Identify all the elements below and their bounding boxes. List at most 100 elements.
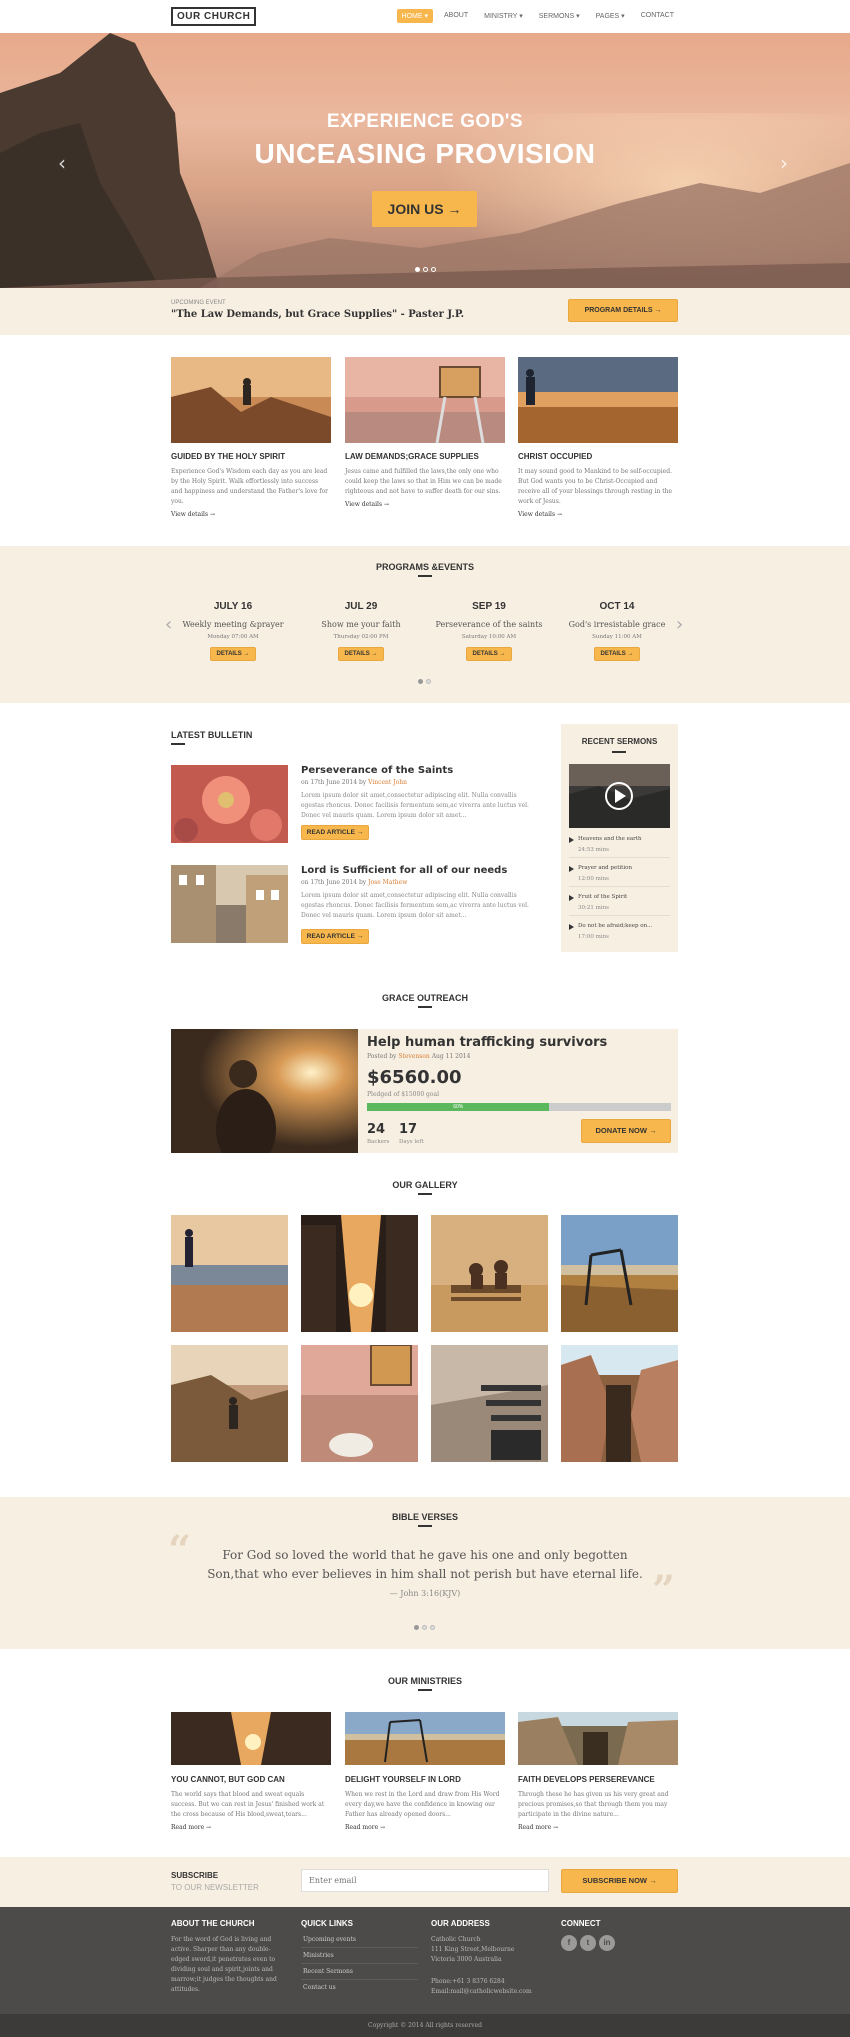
sermon-title[interactable]: Fruit of the Spirit xyxy=(569,894,670,901)
gallery-image[interactable] xyxy=(431,1345,548,1462)
hero-dot-2[interactable] xyxy=(423,267,428,272)
view-details-link[interactable]: View details → xyxy=(518,511,678,518)
recent-sermons-heading: RECENT SERMONS xyxy=(581,737,658,746)
site-logo[interactable]: OUR CHURCH xyxy=(171,7,257,26)
hero-title-line2: UNCEASING PROVISION xyxy=(254,138,596,169)
gallery-image[interactable] xyxy=(171,1215,288,1332)
sermon-title[interactable]: Heavens and the earth xyxy=(569,836,670,843)
linkedin-icon[interactable]: in xyxy=(599,1935,615,1951)
heading-underline xyxy=(171,743,185,745)
sermon-title[interactable]: Do not be afraid;keep on... xyxy=(569,923,670,930)
nav-ministry[interactable]: MINISTRY ▾ xyxy=(479,9,528,23)
gallery-image[interactable] xyxy=(171,1345,288,1462)
ministry-image[interactable] xyxy=(171,1712,331,1765)
nav-pages[interactable]: PAGES ▾ xyxy=(591,9,630,23)
event-details-button[interactable]: DETAILS → xyxy=(210,647,256,661)
bulletin-image-flower[interactable] xyxy=(171,765,288,843)
sermon-video-player[interactable] xyxy=(569,764,670,828)
footer-quick-links: QUICK LINKS Upcoming events Ministries R… xyxy=(301,1919,418,1995)
hero-next-arrow-icon[interactable]: › xyxy=(780,151,788,175)
hero-dot-1[interactable] xyxy=(415,267,420,272)
gallery-image[interactable] xyxy=(301,1345,418,1462)
sermon-item[interactable]: Do not be afraid;keep on... 17:00 mins xyxy=(569,923,670,944)
event-item: OCT 14 God's irresistable grace Sunday 1… xyxy=(562,601,672,661)
sermon-length: 12:00 mins xyxy=(578,876,609,882)
bulletin-author-link[interactable]: Vincent John xyxy=(368,779,407,786)
verses-dot-3[interactable] xyxy=(430,1625,435,1630)
nav-contact[interactable]: CONTACT xyxy=(636,9,679,23)
programs-next-arrow-icon[interactable]: › xyxy=(676,614,683,635)
sermon-item[interactable]: Heavens and the earth 24:53 mins xyxy=(569,836,670,858)
footer-link-ministries[interactable]: Ministries xyxy=(301,1948,418,1964)
hero-dot-3[interactable] xyxy=(431,267,436,272)
feature-title: LAW DEMANDS;GRACE SUPPLIES xyxy=(345,452,479,461)
donate-now-button[interactable]: DONATE NOW → xyxy=(581,1119,671,1143)
programs-dot-1[interactable] xyxy=(418,679,423,684)
gallery-image[interactable] xyxy=(561,1345,678,1462)
ministry-title: DELIGHT YOURSELF IN LORD xyxy=(345,1775,461,1784)
event-details-button[interactable]: DETAILS → xyxy=(338,647,384,661)
view-details-link[interactable]: View details → xyxy=(345,501,505,508)
feature-text: Experience God's Wisdom each day as you … xyxy=(171,468,329,505)
programs-dot-2[interactable] xyxy=(426,679,431,684)
event-time: Thursday 02:00 PM xyxy=(333,634,389,640)
read-more-link[interactable]: Read more → xyxy=(518,1824,678,1831)
program-details-button[interactable]: PROGRAM DETAILS → xyxy=(568,299,678,322)
footer-link-contact-us[interactable]: Contact us xyxy=(301,1980,418,1995)
backers-count: 24 xyxy=(367,1122,386,1137)
nav-sermons[interactable]: SERMONS ▾ xyxy=(534,9,585,23)
footer-email[interactable]: Email:mail@catholicwebsite.com xyxy=(431,1987,548,1997)
facebook-icon[interactable]: f xyxy=(561,1935,577,1951)
footer-link-upcoming-events[interactable]: Upcoming events xyxy=(301,1932,418,1948)
read-more-link[interactable]: Read more → xyxy=(345,1824,505,1831)
ministry-image[interactable] xyxy=(518,1712,678,1765)
email-field[interactable] xyxy=(301,1869,549,1892)
feature-title: CHRIST OCCUPIED xyxy=(518,452,593,461)
gallery-image[interactable] xyxy=(561,1215,678,1332)
backers-stat: 24 Backers xyxy=(367,1122,389,1145)
outreach-title[interactable]: Help human trafficking survivors xyxy=(367,1035,607,1050)
programs-section: PROGRAMS &EVENTS ‹ › JULY 16 Weekly meet… xyxy=(0,546,850,703)
upcoming-title: "The Law Demands, but Grace Supplies" - … xyxy=(171,309,465,320)
outreach-image xyxy=(171,1029,358,1153)
view-details-link[interactable]: View details → xyxy=(171,511,331,518)
nav-home[interactable]: HOME ▾ xyxy=(396,9,433,23)
join-us-button[interactable]: JOIN US → xyxy=(372,191,477,227)
twitter-icon[interactable]: t xyxy=(580,1935,596,1951)
hero-prev-arrow-icon[interactable]: ‹ xyxy=(58,151,66,175)
verses-dot-1[interactable] xyxy=(414,1625,419,1630)
bulletin-title[interactable]: Perseverance of the Saints xyxy=(301,765,453,776)
ministry-image[interactable] xyxy=(345,1712,505,1765)
footer-address: OUR ADDRESS Catholic Church 111 King Str… xyxy=(431,1919,548,1997)
bulletin-author-link[interactable]: Jose Mathew xyxy=(368,879,407,886)
gallery-image[interactable] xyxy=(431,1215,548,1332)
outreach-card: Help human trafficking survivors Posted … xyxy=(171,1029,678,1153)
event-item: JUL 29 Show me your faith Thursday 02:00… xyxy=(306,601,416,661)
sermon-item[interactable]: Fruit of the Spirit 30:21 mins xyxy=(569,894,670,916)
event-details-button[interactable]: DETAILS → xyxy=(466,647,512,661)
event-date: JULY 16 xyxy=(213,601,253,612)
nav-about[interactable]: ABOUT xyxy=(439,9,473,23)
bulletin-meta: on 17th June 2014 by Jose Mathew xyxy=(301,879,407,886)
sermon-item[interactable]: Prayer and petition 12:00 mins xyxy=(569,865,670,887)
gallery-heading: OUR GALLERY xyxy=(392,1180,458,1190)
read-article-button[interactable]: READ ARTICLE → xyxy=(301,929,369,944)
bulletin-title[interactable]: Lord is Sufficient for all of our needs xyxy=(301,865,507,876)
outreach-author-link[interactable]: Stevenson xyxy=(398,1053,429,1060)
read-article-button[interactable]: READ ARTICLE → xyxy=(301,825,369,840)
footer-about: ABOUT THE CHURCH For the word of God is … xyxy=(171,1919,288,1995)
read-more-link[interactable]: Read more → xyxy=(171,1824,331,1831)
event-date: JUL 29 xyxy=(344,601,378,612)
gallery-image[interactable] xyxy=(301,1215,418,1332)
verses-dot-2[interactable] xyxy=(422,1625,427,1630)
event-item: SEP 19 Perseverance of the saints Saturd… xyxy=(434,601,544,661)
sermon-title[interactable]: Prayer and petition xyxy=(569,865,670,872)
upcoming-label: UPCOMING EVENT xyxy=(171,300,226,306)
event-item: JULY 16 Weekly meeting &prayer Monday 07… xyxy=(178,601,288,661)
footer-link-recent-sermons[interactable]: Recent Sermons xyxy=(301,1964,418,1980)
subscribe-now-button[interactable]: SUBSCRIBE NOW → xyxy=(561,1869,678,1893)
programs-prev-arrow-icon[interactable]: ‹ xyxy=(165,614,172,635)
newsletter-bar: SUBSCRIBE TO OUR NEWSLETTER SUBSCRIBE NO… xyxy=(0,1857,850,1907)
bulletin-image-street[interactable] xyxy=(171,865,288,943)
event-details-button[interactable]: DETAILS → xyxy=(594,647,640,661)
